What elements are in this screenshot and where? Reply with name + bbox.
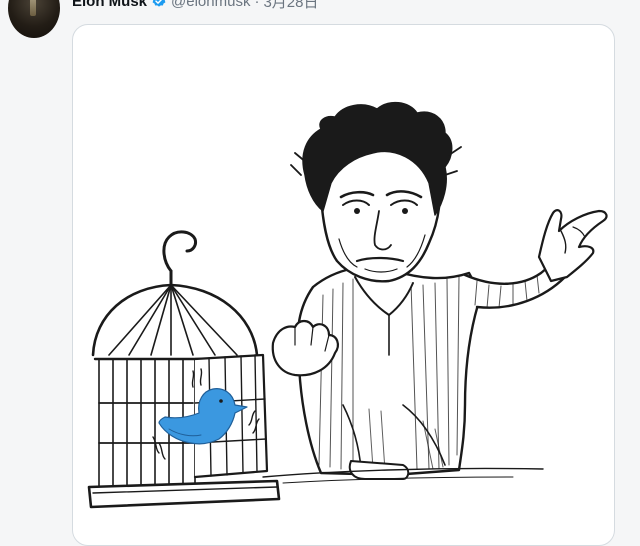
tweet-header: Elon Musk @elonmusk · 3月28日 <box>72 0 318 12</box>
author-name[interactable]: Elon Musk <box>72 0 147 10</box>
avatar-photo-detail <box>30 0 36 16</box>
bird-cage <box>87 230 281 509</box>
author-avatar[interactable] <box>8 0 60 38</box>
tweet-media-card[interactable] <box>72 24 615 546</box>
separator-dot: · <box>254 0 260 10</box>
cartoon-man <box>262 102 608 484</box>
author-handle[interactable]: @elonmusk <box>171 0 250 10</box>
cartoon-image[interactable] <box>73 25 614 525</box>
verified-badge-icon <box>152 0 166 7</box>
tweet-timestamp[interactable]: 3月28日 <box>263 0 318 12</box>
